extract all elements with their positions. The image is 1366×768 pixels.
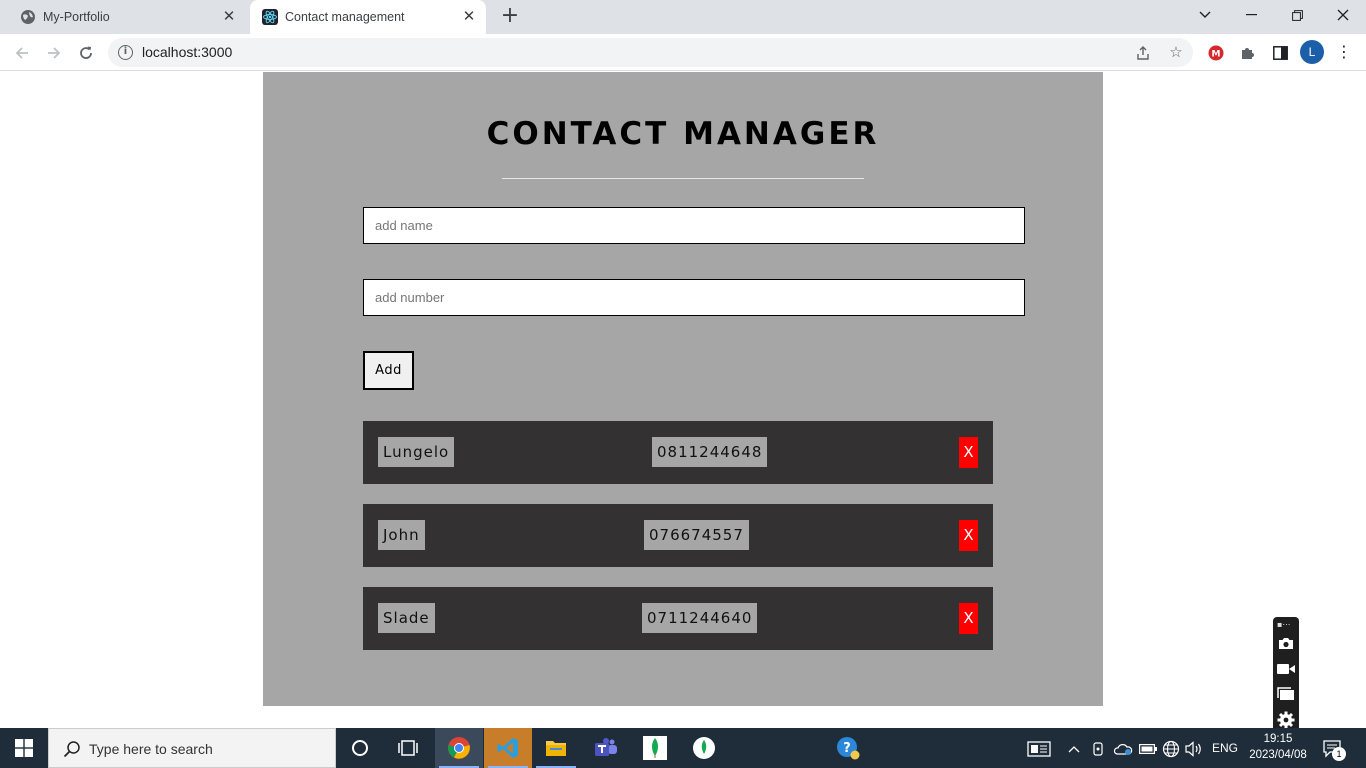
cortana-button[interactable] [336, 728, 384, 768]
tab-title: Contact management [285, 10, 405, 24]
restore-button[interactable] [1274, 0, 1320, 30]
back-button[interactable] [10, 41, 34, 65]
close-tab-icon[interactable]: ✕ [220, 8, 238, 26]
mongodb-leaf-icon [693, 737, 715, 759]
clock-time: 19:15 [1263, 733, 1293, 745]
network-globe-icon[interactable] [1162, 728, 1180, 768]
teams-icon [595, 738, 617, 756]
name-input[interactable] [363, 207, 1025, 244]
taskbar-chrome[interactable] [435, 728, 483, 768]
search-icon [63, 741, 80, 758]
tab-search-chevron-icon[interactable] [1182, 0, 1228, 30]
notification-center-icon[interactable]: 1 [1322, 728, 1346, 768]
cortana-circle-icon [352, 740, 368, 756]
new-tab-button[interactable]: + [498, 5, 522, 29]
task-view-icon [398, 740, 418, 756]
search-placeholder: Type here to search [89, 741, 213, 757]
volume-icon[interactable] [1185, 728, 1203, 768]
site-info-icon[interactable]: i [118, 45, 133, 60]
svg-text:M: M [1212, 49, 1221, 59]
taskbar-vscode[interactable] [484, 728, 532, 768]
add-button[interactable]: Add [363, 351, 414, 390]
forward-button[interactable] [42, 41, 66, 65]
side-panel-icon[interactable] [1270, 42, 1290, 62]
taskbar-search-box[interactable]: Type here to search [48, 728, 336, 768]
task-view-button[interactable] [384, 728, 432, 768]
extension-mega-icon[interactable]: M [1206, 42, 1226, 62]
show-hidden-icons-chevron[interactable] [1068, 728, 1080, 768]
url-text: localhost:3000 [142, 44, 233, 60]
title-divider [502, 178, 864, 179]
news-widget-icon[interactable] [1027, 728, 1051, 768]
settings-gear-icon[interactable] [1275, 709, 1297, 729]
window-capture-icon[interactable] [1275, 683, 1297, 703]
close-window-button[interactable] [1320, 0, 1366, 30]
close-tab-icon[interactable]: ✕ [460, 8, 478, 26]
delete-contact-button[interactable]: X [959, 603, 978, 634]
taskbar-mongodb-compass[interactable] [631, 728, 679, 768]
browser-toolbar: i localhost:3000 ☆ M L ⋮ [0, 34, 1366, 71]
device-icon[interactable] [1092, 728, 1104, 768]
contact-row: Lungelo 0811244648 X [363, 421, 993, 484]
tab-my-portfolio[interactable]: My-Portfolio ✕ [8, 0, 246, 34]
contact-row: John 076674557 X [363, 504, 993, 567]
contact-manager-panel: CONTACT MANAGER Add Lungelo 0811244648 X… [263, 72, 1103, 706]
mongodb-icon [643, 736, 667, 760]
page-viewport: CONTACT MANAGER Add Lungelo 0811244648 X… [0, 72, 1366, 736]
taskbar-mongodb-shell[interactable] [680, 728, 728, 768]
contact-name: Lungelo [378, 437, 455, 467]
vscode-icon [497, 738, 518, 758]
minimize-button[interactable] [1228, 0, 1274, 30]
globe-icon [21, 10, 35, 24]
contact-number: 0711244640 [642, 603, 758, 633]
start-button[interactable] [0, 728, 48, 768]
help-icon: ? [837, 737, 860, 760]
extensions-puzzle-icon[interactable] [1238, 42, 1258, 62]
taskbar-help[interactable]: ? [824, 728, 872, 768]
share-icon[interactable] [1133, 42, 1153, 62]
more-menu-icon[interactable]: ⋮ [1334, 42, 1354, 62]
svg-text:?: ? [843, 741, 851, 756]
video-camera-icon[interactable] [1275, 658, 1297, 678]
contact-number: 0811244648 [652, 437, 768, 467]
contact-number: 076674557 [644, 520, 749, 550]
camera-icon[interactable] [1275, 633, 1297, 653]
clock-date: 2023/04/08 [1249, 749, 1307, 761]
number-input[interactable] [363, 279, 1025, 316]
capture-widget: ▪⋯ [1273, 617, 1299, 736]
page-title: CONTACT MANAGER [486, 116, 880, 152]
taskbar-file-explorer[interactable] [532, 728, 580, 768]
reload-button[interactable] [74, 41, 98, 65]
folder-icon [546, 741, 566, 756]
windows-logo-icon [15, 739, 33, 757]
tab-contact-management[interactable]: Contact management ✕ [250, 0, 486, 34]
contact-row: Slade 0711244640 X [363, 587, 993, 650]
delete-contact-button[interactable]: X [959, 437, 978, 468]
onedrive-icon[interactable] [1113, 728, 1133, 768]
battery-icon[interactable] [1139, 728, 1157, 768]
chrome-icon [448, 737, 470, 759]
bookmark-star-icon[interactable]: ☆ [1166, 42, 1186, 62]
contact-name: John [378, 520, 425, 550]
notification-count-badge: 1 [1332, 747, 1346, 761]
tab-strip: My-Portfolio ✕ Contact management ✕ + [0, 0, 1366, 34]
address-bar[interactable]: i localhost:3000 ☆ [108, 38, 1193, 67]
input-language[interactable]: ENG [1212, 728, 1238, 768]
system-clock[interactable]: 19:15 2023/04/08 [1242, 731, 1314, 763]
profile-avatar[interactable]: L [1300, 40, 1324, 64]
taskbar-teams[interactable] [582, 728, 630, 768]
widget-menu-icon[interactable]: ▪⋯ [1277, 620, 1290, 629]
delete-contact-button[interactable]: X [959, 520, 978, 551]
tab-title: My-Portfolio [43, 10, 110, 24]
contact-name: Slade [378, 603, 435, 633]
react-icon [262, 9, 278, 25]
windows-taskbar: Type here to search ? ENG 19:15 2023/04/… [0, 728, 1366, 768]
